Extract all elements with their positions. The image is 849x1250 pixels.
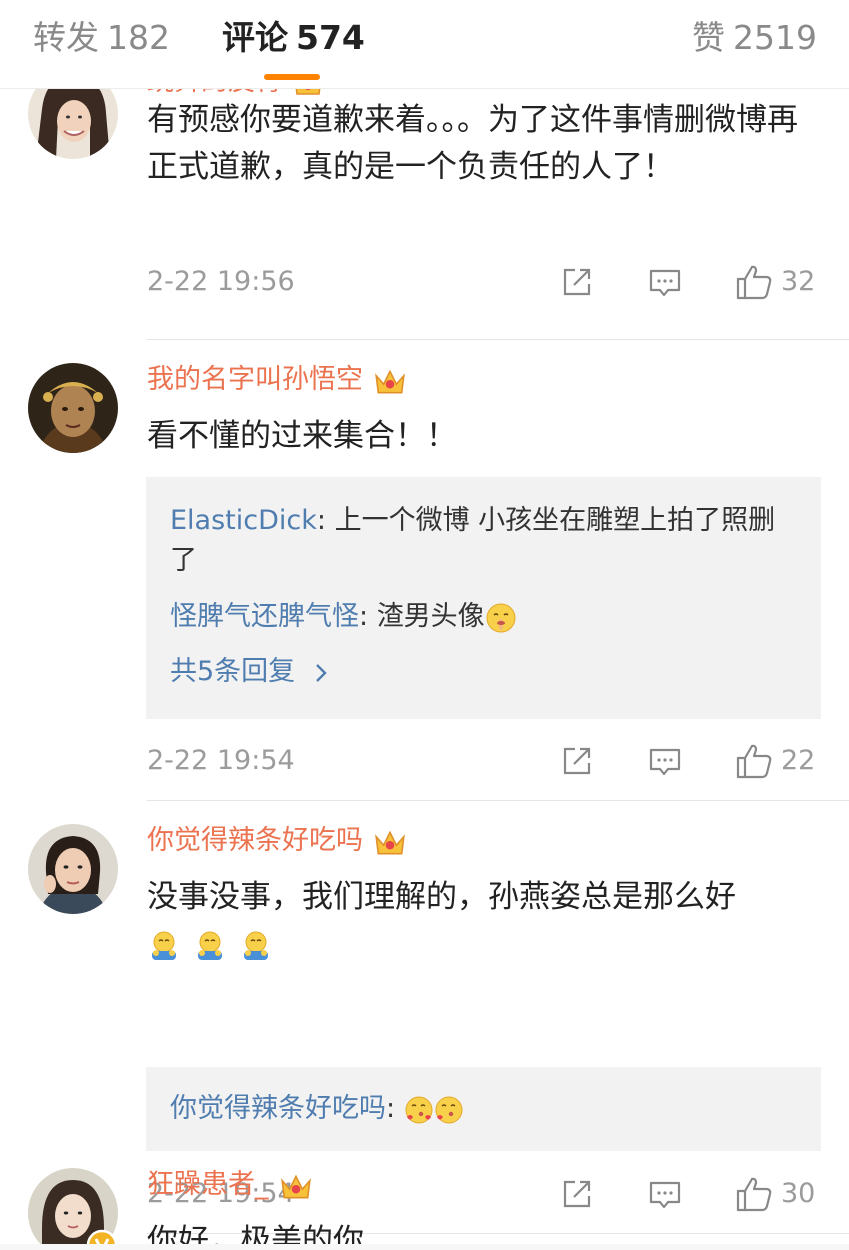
like-icon — [736, 1177, 772, 1212]
username-text: 你觉得辣条好吃吗 — [147, 825, 363, 856]
reply-username[interactable]: 你觉得辣条好吃吗 — [170, 1093, 386, 1124]
like-button[interactable]: 22 — [735, 741, 815, 781]
comment-text: 看不懂的过来集合！！ — [147, 418, 457, 454]
crown-icon — [375, 369, 405, 393]
tab-repost-count: 182 — [107, 18, 170, 57]
comment-icon — [649, 269, 681, 297]
divider — [147, 339, 849, 340]
repost-icon — [563, 747, 591, 775]
avatar[interactable] — [28, 89, 118, 159]
comment-list[interactable]: 跳舞的皮青 有预感你要道歉来着。。。为了这件事情删微博再正式道歉，真的是一个负责… — [0, 89, 849, 1250]
avatar[interactable] — [28, 363, 118, 453]
tab-repost[interactable]: 转发 182 — [33, 18, 170, 58]
crown-icon — [280, 1174, 311, 1198]
shush-emoji-icon — [486, 603, 516, 632]
like-count: 30 — [781, 1178, 816, 1209]
reply-text: 渣男头像 — [376, 601, 485, 632]
more-replies-text: 共5条回复 — [170, 656, 296, 687]
reply-button[interactable] — [648, 741, 682, 781]
reply-username[interactable]: 怪脾气还脾气怪 — [170, 601, 359, 632]
kiss-emoji-icon — [435, 1096, 463, 1123]
hug-emoji-icon — [243, 931, 268, 960]
comment-time: 2-22 19:56 — [147, 266, 295, 297]
kiss-emoji-icon — [405, 1096, 433, 1123]
tab-like-count: 2519 — [733, 18, 817, 57]
emoji-row — [147, 926, 273, 962]
comment-icon — [649, 748, 681, 776]
bottom-edge — [0, 1244, 849, 1250]
hug-emoji-icon — [197, 931, 222, 960]
active-tab-indicator — [264, 74, 320, 80]
comment-username[interactable]: 你觉得辣条好吃吗 — [147, 823, 407, 859]
comment-time: 2-22 19:54 — [147, 745, 295, 776]
like-count: 32 — [781, 266, 816, 297]
reply-username[interactable]: ElasticDick — [170, 505, 317, 536]
repost-icon — [563, 268, 591, 296]
reply-box[interactable]: 你觉得辣条好吃吗: — [146, 1067, 821, 1151]
repost-button[interactable] — [560, 741, 594, 781]
comment-meta: 2-22 19:54 22 — [147, 741, 821, 781]
reply-box[interactable]: ElasticDick: 上一个微博 小孩坐在雕塑上拍了照删了 怪脾气还脾气怪:… — [146, 477, 821, 719]
repost-button[interactable] — [560, 262, 594, 302]
comment-username[interactable]: 我的名字叫孙悟空 — [147, 362, 407, 398]
tab-comment-label: 评论 — [222, 18, 288, 57]
divider — [147, 800, 849, 801]
comment-text-body: 没事没事，我们理解的，孙燕姿总是那么好 — [147, 879, 736, 915]
comment-meta: 2-22 19:56 32 — [147, 262, 821, 302]
tab-bar: 转发 182 评论 574 赞 2519 — [0, 0, 849, 89]
comment-username[interactable]: 狂躁患者_ — [147, 1167, 313, 1203]
tab-like-label: 赞 — [692, 18, 725, 57]
tab-repost-label: 转发 — [33, 18, 99, 57]
tab-like[interactable]: 赞 2519 — [692, 18, 817, 58]
like-button[interactable]: 30 — [735, 1174, 815, 1214]
repost-icon — [563, 1180, 591, 1208]
username-text: 跳舞的皮青 — [147, 89, 282, 97]
comment-text: 没事没事，我们理解的，孙燕姿总是那么好 — [147, 874, 827, 968]
tab-comment-count: 574 — [296, 18, 365, 57]
tab-comment[interactable]: 评论 574 — [222, 18, 365, 58]
chevron-right-icon — [315, 663, 327, 682]
more-replies-link[interactable]: 共5条回复 — [170, 652, 332, 692]
reply-item: 你觉得辣条好吃吗: — [170, 1089, 800, 1129]
crown-icon — [375, 830, 405, 854]
like-count: 22 — [781, 745, 816, 776]
hug-emoji-icon — [152, 931, 176, 960]
username-text: 我的名字叫孙悟空 — [147, 364, 363, 395]
like-icon — [736, 744, 772, 779]
username-text: 狂躁患者_ — [147, 1169, 269, 1200]
avatar[interactable] — [28, 824, 118, 914]
reply-item: ElasticDick: 上一个微博 小孩坐在雕塑上拍了照删了 — [170, 505, 776, 576]
like-icon — [736, 265, 772, 300]
comment-text: 有预感你要道歉来着。。。为了这件事情删微博再正式道歉，真的是一个负责任的人了！ — [147, 102, 798, 185]
reply-item: 怪脾气还脾气怪: 渣男头像 — [170, 597, 800, 637]
repost-button[interactable] — [560, 1174, 594, 1214]
reply-button[interactable] — [648, 1174, 682, 1214]
comment-icon — [649, 1181, 681, 1209]
like-button[interactable]: 32 — [735, 262, 815, 302]
reply-button[interactable] — [648, 262, 682, 302]
